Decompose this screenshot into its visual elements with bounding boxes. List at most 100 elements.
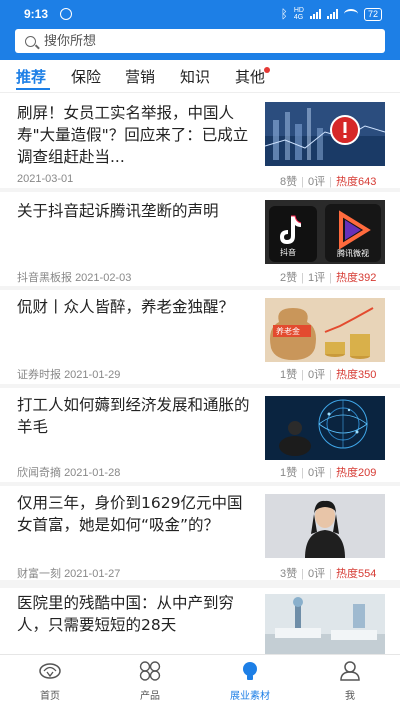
article-date: 2021-02-03 [75,272,132,284]
stat-separator: | [329,176,332,188]
article-source-name: 财富一刻 [17,568,61,580]
article-thumbnail: 养老金 [265,298,385,362]
category-tabs: 推荐 保险 营销 知识 其他 [0,60,400,93]
wifi-icon [343,9,358,19]
status-icons: ᛒ HD 4G 72 [281,6,382,22]
like-count: 1赞 [280,467,298,479]
bluetooth-icon: ᛒ [280,7,288,21]
nav-products[interactable]: 产品 [100,655,200,711]
heat-count: 热度554 [335,568,377,580]
lightbulb-icon [243,662,257,680]
article-item[interactable]: 仅用三年，身价到1629亿元中国女首富，她是如何“吸金”的？ 财富一刻 2021… [0,486,400,580]
search-icon [25,35,36,47]
article-title: 刷屏！女员工实名举报，中国人寿"大量造假"？回应来了：已成立调查组赶赴当... [17,104,249,166]
signal-strength-2-icon [326,9,338,19]
article-feed[interactable]: 刷屏！女员工实名举报，中国人寿"大量造假"？回应来了：已成立调查组赶赴当... … [0,94,400,654]
article-source: 欣闻奇摘 2021-01-28 [17,464,120,480]
stat-separator: | [301,467,304,479]
tencent-thumb-label: 腾讯微视 [337,249,369,258]
article-source-name: 欣闻奇摘 [17,467,61,479]
article-thumbnail [265,494,385,558]
article-item[interactable]: 医院里的残酷中国：从中产到穷人，只需要短短的28天 [0,588,400,654]
article-source-name: 抖音黑板报 [17,272,72,284]
search-bar[interactable] [15,29,385,53]
article-date: 2021-03-01 [17,173,74,185]
nav-materials[interactable]: 展业素材 [200,655,300,711]
stat-separator: | [329,467,332,479]
signal-strength-icon [309,9,321,19]
network-type-icon: HD 4G [293,7,304,21]
comment-count: 1评 [307,272,326,284]
tab-knowledge[interactable]: 知识 [180,66,210,87]
nav-home-label: 首页 [40,691,60,702]
home-icon [39,663,61,679]
article-source: 抖音黑板报 2021-02-03 [17,269,131,285]
active-tab-indicator [16,88,50,90]
article-title: 打工人如何薅到经济发展和通胀的羊毛 [17,396,250,436]
article-thumbnail [265,396,385,460]
tab-insurance[interactable]: 保险 [71,66,101,87]
like-count: 8赞 [280,176,298,188]
stat-separator: | [329,568,332,580]
stat-separator: | [301,272,304,284]
tiktok-thumb-label: 抖音 [280,248,296,257]
notification-dot [264,67,270,73]
user-icon [340,661,360,681]
search-input[interactable] [44,33,344,49]
products-icon [139,661,161,681]
heat-count: 热度209 [335,467,377,479]
article-stats: 8赞 | 0评 | 热度643 [280,173,376,189]
article-date: 2021-01-28 [64,467,121,479]
battery-indicator: 72 [363,7,382,21]
pension-thumb-label: 养老金 [276,327,300,336]
comment-count: 0评 [307,176,326,188]
heat-count: 热度350 [335,369,377,381]
tab-other[interactable]: 其他 [235,66,265,87]
tab-marketing[interactable]: 营销 [125,66,155,87]
article-thumbnail: 抖音 腾讯微视 [265,200,385,264]
alarm-clock-icon [60,8,72,20]
heat-count: 热度392 [335,272,377,284]
comment-count: 0评 [307,369,326,381]
article-item[interactable]: 打工人如何薅到经济发展和通胀的羊毛 欣闻奇摘 2021-01-28 1赞 | 0评 |… [0,388,400,482]
article-title: 医院里的残酷中国：从中产到穷人，只需要短短的28天 [17,594,235,634]
heat-count: 热度643 [335,176,377,188]
article-stats: 2赞 | 1评 | 热度392 [280,269,376,285]
article-thumbnail [265,102,385,166]
article-title: 侃财丨众人皆醉，养老金独醒？ [17,298,235,316]
article-stats: 3赞 | 0评 | 热度554 [280,565,376,581]
nav-materials-label: 展业素材 [230,691,270,702]
stat-separator: | [301,568,304,580]
like-count: 3赞 [280,568,298,580]
article-source-name: 证券时报 [17,369,61,381]
article-source: 财富一刻 2021-01-27 [17,565,120,581]
article-stats: 1赞 | 0评 | 热度209 [280,464,376,480]
like-count: 1赞 [280,369,298,381]
article-source: 证券时报 2021-01-29 [17,366,120,382]
stat-separator: | [301,369,304,381]
app-header: 9:13 ᛒ HD 4G 72 [0,0,400,60]
article-title: 关于抖音起诉腾讯垄断的声明 [17,202,219,220]
nav-products-label: 产品 [140,691,160,702]
like-count: 2赞 [280,272,298,284]
tab-recommend[interactable]: 推荐 [16,66,46,87]
article-item[interactable]: 关于抖音起诉腾讯垄断的声明 抖音黑板报 2021-02-03 抖音 腾讯微视 2… [0,192,400,286]
article-source: 2021-03-01 [17,173,73,185]
article-date: 2021-01-27 [64,568,121,580]
article-date: 2021-01-29 [64,369,121,381]
comment-count: 0评 [307,467,326,479]
article-stats: 1赞 | 0评 | 热度350 [280,366,376,382]
nav-me[interactable]: 我 [300,655,400,711]
stat-separator: | [329,272,332,284]
article-item[interactable]: 侃财丨众人皆醉，养老金独醒？ 证券时报 2021-01-29 养老金 1赞 | 0评… [0,290,400,384]
bottom-navigation: 首页 产品 展业素材 我 [0,654,400,711]
status-bar: 9:13 ᛒ HD 4G 72 [0,0,400,28]
article-item[interactable]: 刷屏！女员工实名举报，中国人寿"大量造假"？回应来了：已成立调查组赶赴当... … [0,94,400,188]
nav-home[interactable]: 首页 [0,655,100,711]
nav-me-label: 我 [345,691,355,702]
status-time: 9:13 [24,7,49,21]
comment-count: 0评 [307,568,326,580]
stat-separator: | [329,369,332,381]
stat-separator: | [301,176,304,188]
article-thumbnail [265,594,385,654]
